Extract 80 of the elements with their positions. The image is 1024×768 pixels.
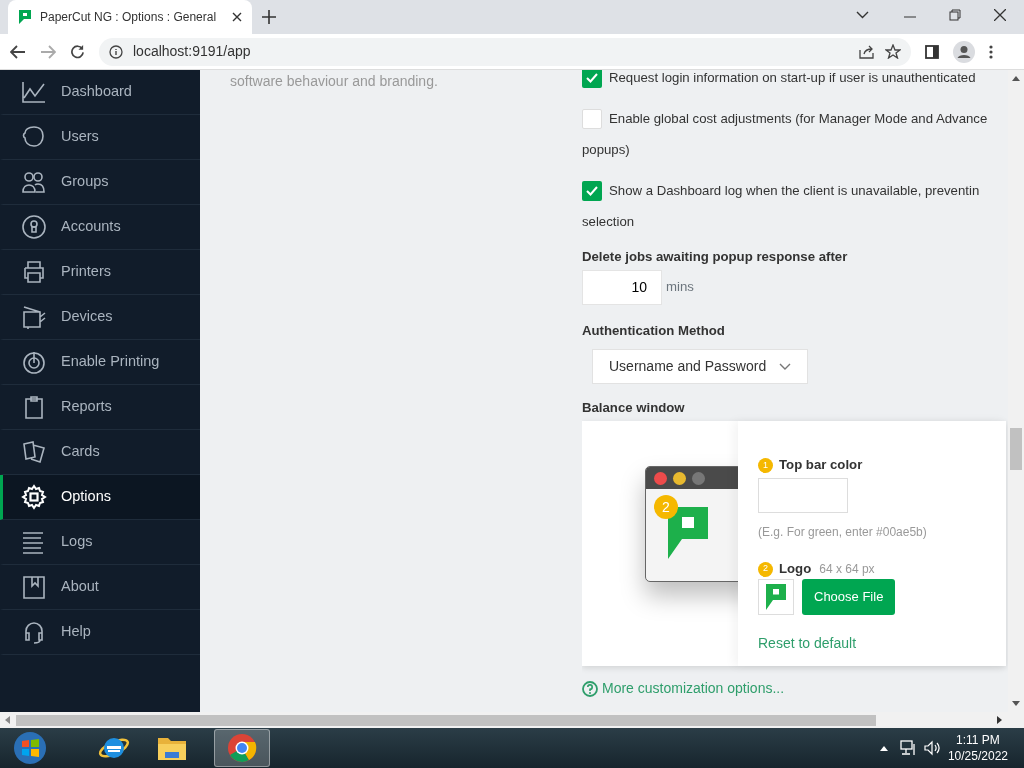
option-label: selection: [582, 213, 636, 231]
checkmark-icon: [586, 185, 598, 196]
checkbox[interactable]: [582, 70, 602, 88]
dropdown[interactable]: Username and Password: [592, 348, 808, 384]
network-icon[interactable]: [899, 740, 918, 756]
logo-icon: [18, 9, 32, 25]
printer-icon: [21, 259, 47, 285]
sidebar-item[interactable]: Options: [0, 475, 200, 520]
option-label: popups): [582, 141, 631, 159]
share-icon[interactable]: [859, 44, 875, 59]
sidebar-item[interactable]: Printers: [0, 250, 200, 295]
taskbar-chrome-button[interactable]: [214, 729, 270, 767]
minimize-dot-icon: [673, 471, 686, 485]
field-label: Logo: [779, 560, 812, 579]
checkbox[interactable]: [582, 180, 602, 201]
scrollbar-thumb[interactable]: [16, 715, 876, 726]
horizontal-scrollbar[interactable]: [0, 712, 1024, 728]
profile-icon[interactable]: [953, 40, 975, 63]
checkmark-icon: [586, 72, 598, 83]
close-icon[interactable]: [232, 12, 242, 22]
field-label: Balance window: [582, 398, 686, 417]
close-icon[interactable]: [994, 9, 1006, 21]
line-chart-icon: [21, 79, 47, 105]
chrome-icon: [227, 733, 257, 763]
people-icon: [21, 169, 47, 195]
scroll-down-icon[interactable]: [1012, 701, 1020, 706]
menu-icon[interactable]: [989, 44, 993, 59]
zoom-dot-icon: [692, 471, 705, 485]
option-label: Request login information on start-up if user is unauthenticated: [609, 70, 976, 87]
url-text: localhost:9191/app: [133, 42, 252, 61]
windows-orb-icon: [13, 731, 47, 765]
tab-title: PaperCut NG : Options : General: [40, 9, 218, 26]
chevron-down-icon: [779, 362, 791, 370]
field-label: Top bar color: [779, 456, 863, 475]
hint-text: (E.g. For green, enter #00ae5b): [758, 524, 928, 542]
help-icon: [582, 680, 598, 697]
number-field[interactable]: 10: [582, 269, 662, 305]
number-badge: 1: [758, 457, 773, 473]
cards-icon: [21, 439, 47, 465]
folder-icon: [157, 735, 187, 761]
new-tab-icon[interactable]: [262, 10, 276, 24]
section-description: software behaviour and branding.: [230, 73, 438, 89]
logo-icon: [668, 507, 708, 560]
size-hint: 64 x 64 px: [819, 561, 875, 579]
address-bar[interactable]: localhost:9191/app: [99, 37, 911, 66]
side-panel-icon[interactable]: [925, 44, 939, 59]
checkbox[interactable]: [582, 108, 602, 129]
date-text: 10/25/2022: [947, 748, 1008, 764]
keyhole-icon: [21, 214, 47, 240]
field-label: Delete jobs awaiting popup response after: [582, 248, 849, 266]
option-label: Show a Dashboard log when the client is unavailable, preventin: [609, 182, 980, 200]
back-icon[interactable]: [10, 44, 26, 59]
restore-icon[interactable]: [949, 9, 961, 21]
info-icon: [109, 44, 123, 59]
reload-icon[interactable]: [70, 44, 85, 59]
number-badge: 2: [654, 495, 678, 520]
field-label: Authentication Method: [582, 321, 726, 340]
close-dot-icon: [654, 471, 667, 485]
tab-search-icon[interactable]: [856, 11, 869, 19]
time-text: 1:11 PM: [955, 732, 1001, 748]
logo-icon: [766, 584, 786, 610]
star-icon[interactable]: [885, 44, 901, 59]
number-badge: 2: [758, 561, 773, 577]
book-icon: [21, 574, 47, 600]
volume-icon[interactable]: [923, 740, 940, 756]
browser-tab[interactable]: PaperCut NG : Options : General: [8, 0, 252, 34]
scrollbar-thumb[interactable]: [1010, 428, 1022, 470]
sidebar-item[interactable]: About: [0, 565, 200, 610]
color-field[interactable]: [758, 478, 848, 514]
option-label: Enable global cost adjustments (for Manager Mode and Advance: [609, 110, 988, 128]
scroll-right-icon[interactable]: [997, 716, 1002, 724]
device-icon: [21, 304, 47, 330]
unit-label: mins: [666, 278, 694, 297]
tray-expand-icon[interactable]: [879, 745, 888, 751]
power-icon: [21, 349, 47, 375]
scroll-up-icon[interactable]: [1012, 76, 1020, 81]
scroll-left-icon[interactable]: [5, 716, 10, 724]
head-icon: [21, 124, 47, 150]
clock[interactable]: 1:11 PM 10/25/2022: [947, 732, 1008, 764]
gear-icon: [21, 484, 47, 510]
